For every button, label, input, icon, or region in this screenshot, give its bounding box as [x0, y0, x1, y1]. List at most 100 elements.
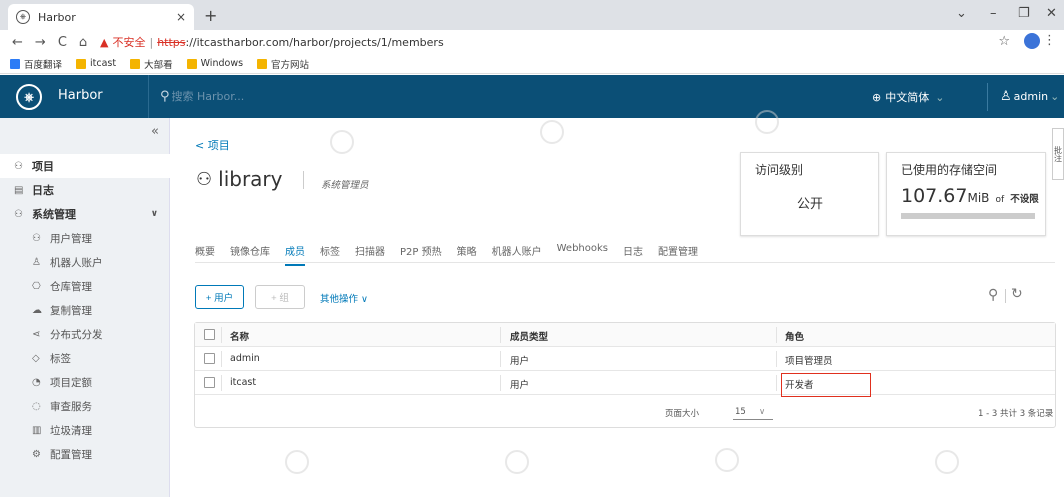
member-role: 项目管理员 [785, 356, 833, 367]
bookmark-item[interactable]: 百度翻译 [10, 57, 62, 71]
sidebar-item-label: 复制管理 [50, 304, 92, 317]
language-selector[interactable]: ⊕ 中文简体 ⌄ [872, 89, 944, 105]
breadcrumb[interactable]: < 项目 [195, 137, 230, 153]
brand-name[interactable]: Harbor [58, 88, 103, 103]
members-table: 名称 成员类型 角色 admin 用户 项目管理员 itcast 用户 开发者 … [194, 322, 1056, 428]
search-icon: ⚲ [160, 88, 170, 104]
sidebar-item-label: 审查服务 [50, 400, 92, 413]
close-tab-icon[interactable]: × [176, 10, 186, 24]
user-icon: ♙ [1000, 89, 1012, 104]
sidebar-item-trash[interactable]: ▥ 垃圾清理 [0, 418, 170, 442]
sidebar-item-quota[interactable]: ◔ 项目定额 [0, 370, 170, 394]
folder-icon [130, 58, 141, 69]
chevron-down-icon: ⌄ [935, 90, 945, 104]
quota-icon: ◔ [32, 376, 41, 388]
table-row[interactable]: itcast 用户 开发者 [195, 371, 1055, 397]
sidebar-item-label: 用户管理 [50, 232, 92, 245]
home-icon[interactable]: ⌂ [79, 35, 87, 50]
url-field[interactable]: ▲ 不安全 | https ://itcastharbor.com/harbor… [100, 32, 994, 52]
bookmark-item[interactable]: 大部看 [130, 57, 173, 71]
sidebar-item-robot[interactable]: ♙ 机器人账户 [0, 250, 170, 274]
bookmark-item[interactable]: Windows [186, 58, 243, 69]
project-icon: ⚇ [196, 168, 213, 190]
sidebar-item-replication[interactable]: ☁ 复制管理 [0, 298, 170, 322]
current-role: 系统管理员 [321, 180, 369, 191]
back-icon[interactable]: ← [12, 35, 23, 50]
search-placeholder: 搜索 Harbor... [171, 90, 245, 103]
sidebar-item-distribution[interactable]: ⋖ 分布式分发 [0, 322, 170, 346]
global-search[interactable]: ⚲ 搜索 Harbor... [160, 88, 244, 104]
profile-avatar[interactable] [1024, 33, 1040, 49]
column-member-type[interactable]: 成员类型 [510, 329, 548, 343]
refresh-icon[interactable]: ↻ [1011, 286, 1023, 302]
sidebar-item-label: 项目 [32, 160, 54, 173]
watermark [540, 120, 564, 144]
replication-icon: ☁ [32, 304, 42, 316]
admin-icon: ⚇ [14, 208, 23, 220]
new-tab-button[interactable]: + [204, 6, 217, 25]
sidebar-item-label: 分布式分发 [50, 328, 103, 341]
column-name[interactable]: 名称 [230, 329, 249, 343]
row-checkbox[interactable] [204, 377, 215, 388]
collapse-sidebar-icon[interactable]: « [151, 124, 159, 139]
sidebar-item-label: 配置管理 [50, 448, 92, 461]
sidebar-item-users[interactable]: ⚇ 用户管理 [0, 226, 170, 250]
user-menu[interactable]: ♙ admin ⌄ [1000, 89, 1059, 104]
insecure-label: 不安全 [112, 36, 146, 49]
sidebar-item-shield[interactable]: ◌ 审查服务 [0, 394, 170, 418]
shield-icon: ◌ [32, 400, 41, 412]
access-level-value: 公开 [797, 197, 824, 212]
sidebar-item-label: 日志 [32, 184, 54, 197]
member-name: admin [230, 353, 260, 364]
search-icon[interactable]: ⚲ [988, 287, 998, 303]
access-level-title: 访问级别 [755, 163, 804, 177]
watermark [285, 450, 309, 474]
folder-icon [186, 58, 197, 69]
window-close-button[interactable]: ✕ [1046, 6, 1057, 21]
sidebar-item-label[interactable]: ◇ 标签 [0, 346, 170, 370]
storage-card: 已使用的存储空间 107.67MiB of 不设限 [886, 152, 1046, 236]
storage-title: 已使用的存储空间 [901, 163, 998, 177]
column-role[interactable]: 角色 [785, 329, 804, 343]
table-footer: 页面大小 15 ∨ 1 - 3 共计 3 条记录 [195, 395, 1055, 427]
forward-icon[interactable]: → [35, 35, 46, 50]
member-name: itcast [230, 377, 257, 388]
registry-icon: ⎔ [32, 280, 41, 292]
sidebar-item-admin[interactable]: ⚇ 系统管理 ∨ [0, 202, 170, 226]
gear-icon: ⚙ [32, 448, 41, 460]
more-actions-dropdown[interactable]: 其他操作 ∨ [320, 291, 368, 305]
chevron-down-icon[interactable]: ∨ [759, 407, 765, 417]
side-annotation-tab[interactable]: 批注 [1052, 128, 1064, 180]
bookmark-item[interactable]: itcast [76, 58, 116, 69]
bookmarks-bar: 百度翻译 itcast 大部看 Windows 官方网站 [0, 54, 1064, 74]
watermark [935, 450, 959, 474]
users-icon: ⚇ [32, 232, 41, 244]
browser-tab[interactable]: ⎈ Harbor × [8, 4, 194, 30]
browser-menu-icon[interactable]: ⋮ [1043, 33, 1056, 48]
sidebar-item-gear[interactable]: ⚙ 配置管理 [0, 442, 170, 466]
add-group-button[interactable]: + 组 [255, 285, 305, 309]
reload-icon[interactable]: C [58, 35, 67, 50]
chevron-down-icon[interactable]: ∨ [151, 209, 158, 219]
tab-search-icon[interactable]: ⌄ [956, 6, 967, 21]
sidebar-item-label: 垃圾清理 [50, 424, 92, 437]
sidebar-item-log[interactable]: ▤ 日志 [0, 178, 170, 202]
sidebar-item-registry[interactable]: ⎔ 仓库管理 [0, 274, 170, 298]
row-checkbox[interactable] [204, 353, 215, 364]
minimize-button[interactable]: – [990, 6, 997, 21]
total-records: 1 - 3 共计 3 条记录 [978, 409, 1054, 419]
url-path: ://itcastharbor.com/harbor/projects/1/me… [185, 35, 444, 49]
harbor-logo-icon[interactable]: ⎈ [16, 84, 42, 110]
page-size-select[interactable]: 15 [735, 407, 746, 417]
select-all-checkbox[interactable] [204, 329, 215, 340]
add-user-button[interactable]: + 用户 [195, 285, 244, 309]
role-highlight-box [781, 373, 871, 397]
bookmark-star-icon[interactable]: ☆ [998, 34, 1010, 49]
tab-title: Harbor [38, 10, 76, 24]
watermark [715, 448, 739, 472]
table-row[interactable]: admin 用户 项目管理员 [195, 347, 1055, 371]
bookmark-item[interactable]: 官方网站 [257, 57, 309, 71]
sidebar-item-project[interactable]: ⚇ 项目 [0, 154, 170, 178]
label-icon: ◇ [32, 352, 40, 364]
restore-button[interactable]: ❐ [1018, 6, 1030, 21]
